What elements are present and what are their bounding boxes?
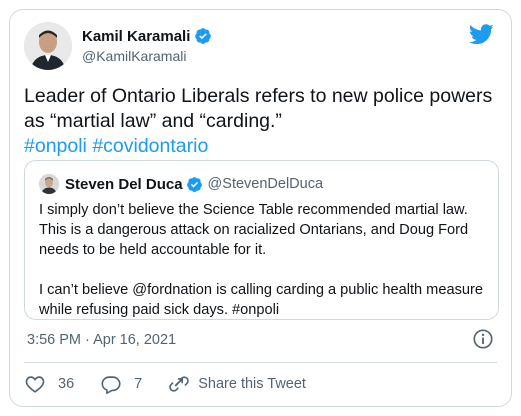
verified-badge-icon (186, 176, 202, 192)
quoted-text: I simply don’t believe the Science Table… (39, 200, 491, 320)
reply-count: 7 (134, 376, 143, 392)
like-count: 36 (58, 376, 75, 392)
heart-icon (25, 376, 45, 393)
share-button[interactable]: Share this Tweet (168, 373, 306, 395)
reply-bubble-icon (101, 376, 121, 394)
tweet-timestamp[interactable]: 3:56 PM · Apr 16, 2021 (27, 332, 176, 348)
quoted-paragraph: I can’t believe @fordnation is calling c… (39, 282, 483, 318)
quoted-author-name: Steven Del Duca (65, 175, 183, 193)
tweet-text: Leader of Ontario Liberals refers to new… (24, 84, 504, 159)
author-avatar[interactable] (24, 22, 72, 70)
author-info[interactable]: Kamil Karamali @KamilKaramali (82, 26, 212, 64)
tweet-embed-card[interactable]: Kamil Karamali @KamilKaramali Leader of … (9, 9, 512, 407)
reply-button[interactable]: 7 (100, 373, 142, 395)
quoted-paragraph: I simply don’t believe the Science Table… (39, 202, 469, 258)
quoted-author-avatar (39, 174, 59, 194)
hashtag-onpoli[interactable]: #onpoli (24, 135, 87, 157)
share-label: Share this Tweet (198, 376, 306, 392)
quoted-header: Steven Del Duca @StevenDelDuca (65, 174, 323, 194)
twitter-bird-icon[interactable] (469, 24, 494, 45)
share-icon (169, 376, 189, 392)
info-icon[interactable] (472, 328, 494, 350)
quoted-tweet[interactable]: Steven Del Duca @StevenDelDuca I simply … (24, 160, 499, 320)
hashtag-covidontario[interactable]: #covidontario (92, 135, 208, 157)
author-name[interactable]: Kamil Karamali (82, 28, 190, 45)
like-button[interactable]: 36 (24, 373, 74, 395)
author-handle[interactable]: @KamilKaramali (82, 48, 212, 64)
verified-badge-icon (195, 28, 212, 44)
quoted-author-handle: @StevenDelDuca (207, 176, 324, 192)
divider (24, 362, 497, 363)
tweet-body: Leader of Ontario Liberals refers to new… (24, 85, 493, 132)
tweet-actions: 36 7 Share this Tweet (24, 368, 332, 400)
